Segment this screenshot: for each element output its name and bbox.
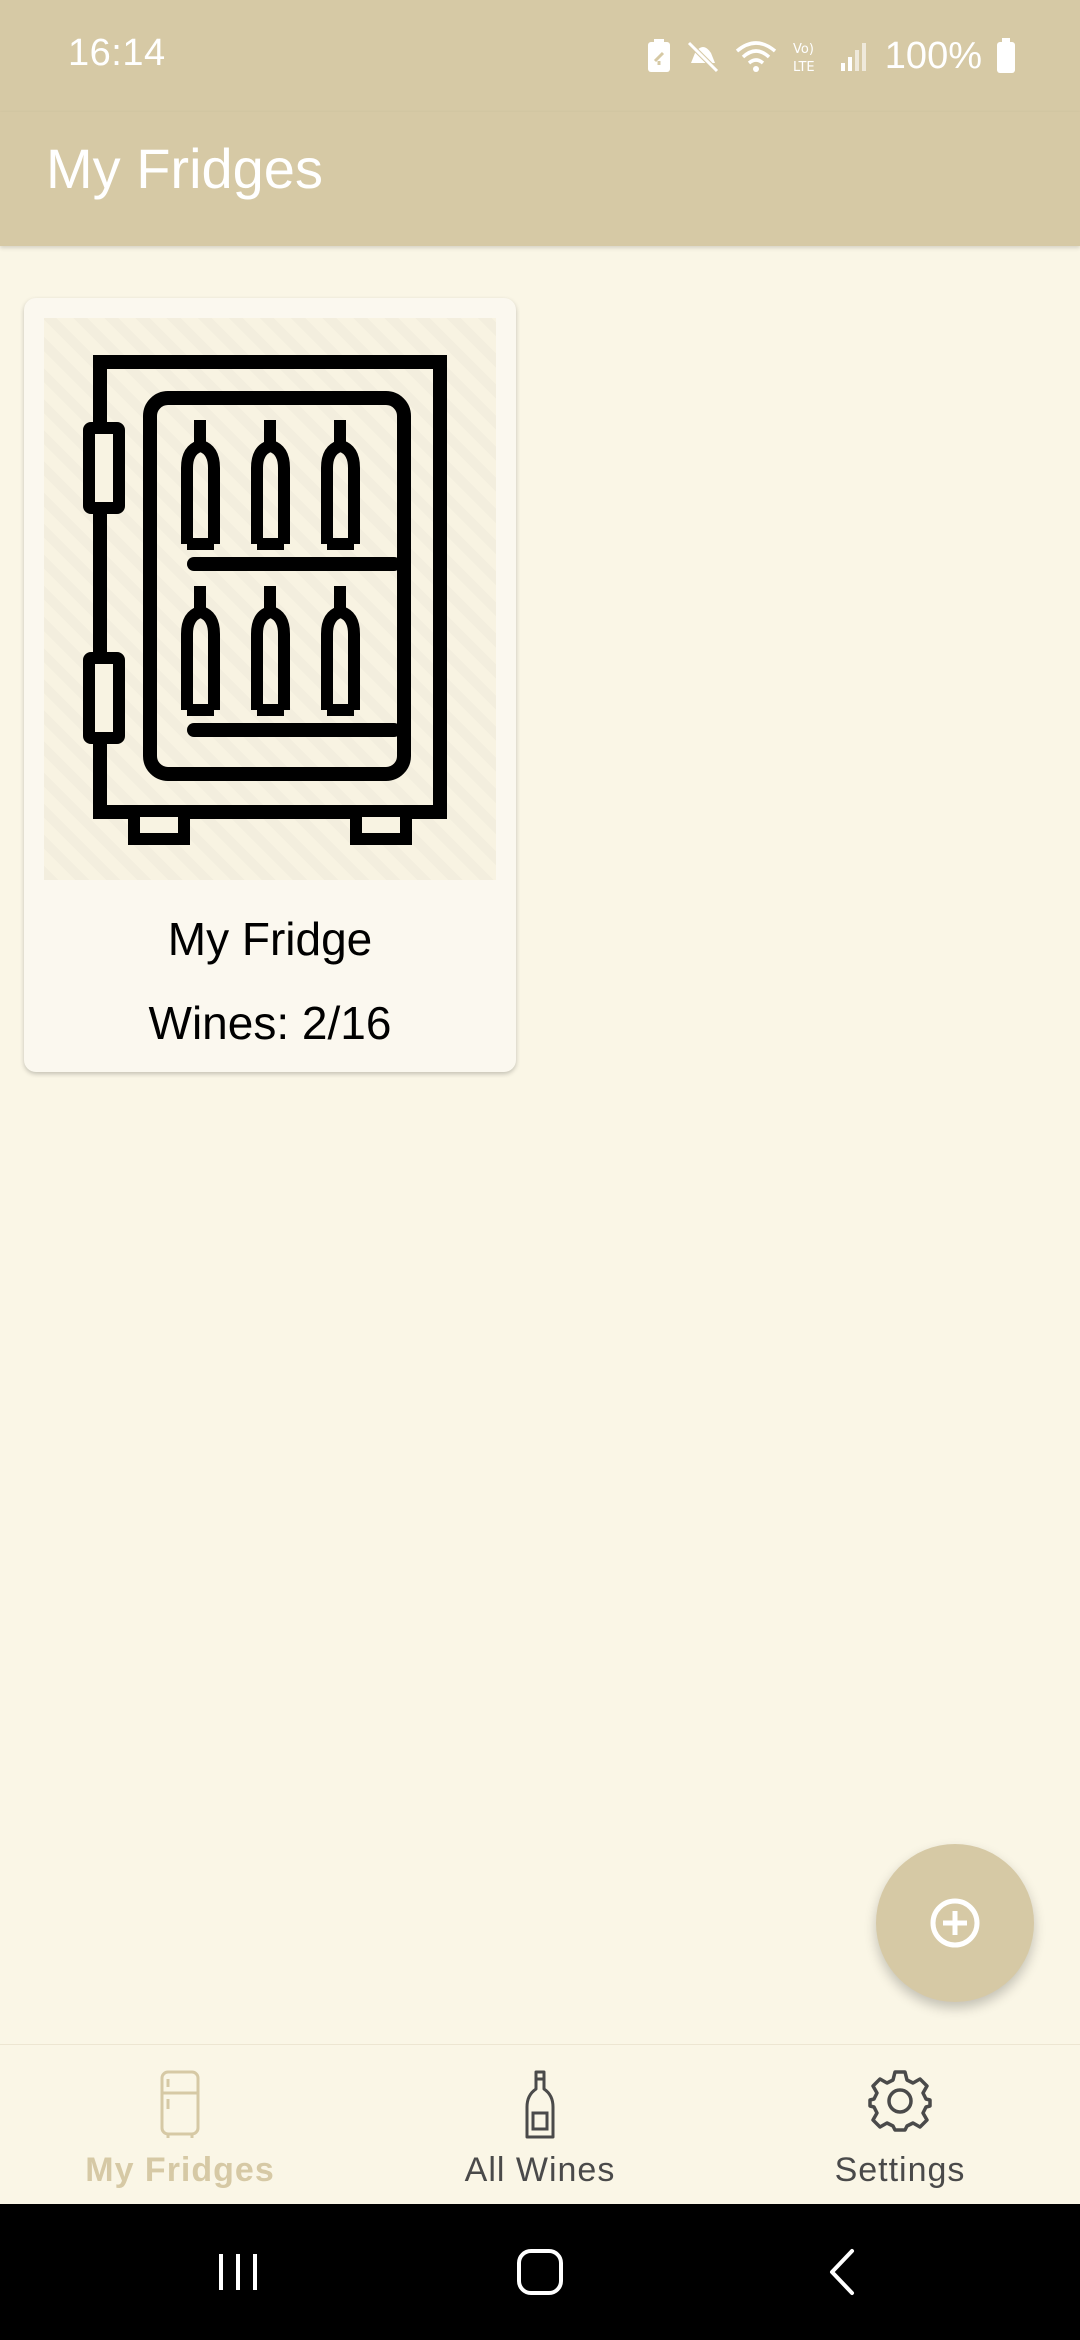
recents-button[interactable]	[178, 2240, 298, 2304]
signal-icon	[839, 39, 869, 73]
fridge-name: My Fridge	[167, 913, 373, 965]
battery-saver-icon	[647, 39, 671, 73]
fridge-card-image	[44, 318, 496, 880]
status-icons: Vo) LTE 100%	[647, 34, 1016, 78]
nav-label-settings: Settings	[834, 2151, 966, 2189]
app-bar: My Fridges	[0, 112, 1080, 246]
svg-text:LTE: LTE	[793, 60, 815, 74]
wine-bottle-icon	[525, 2070, 555, 2139]
svg-text:Vo): Vo)	[793, 42, 814, 57]
nav-label-my-fridges: My Fridges	[85, 2151, 275, 2189]
page-title: My Fridges	[46, 137, 323, 200]
fridge-icon	[160, 2070, 200, 2138]
home-button[interactable]	[480, 2240, 600, 2304]
back-button[interactable]	[782, 2240, 902, 2304]
bottom-nav: My Fridges All Wines Settings	[0, 2044, 1080, 2205]
fridge-grid: My Fridge Wines: 2/16	[0, 246, 1080, 2046]
add-fridge-button[interactable]	[876, 1844, 1034, 2002]
status-bar: 16:14 Vo) LTE 100%	[0, 0, 1080, 112]
status-time: 16:14	[68, 32, 166, 74]
recents-icon	[219, 2254, 257, 2290]
nav-item-all-wines[interactable]: All Wines	[360, 2045, 720, 2205]
mute-icon	[685, 39, 721, 73]
nav-label-all-wines: All Wines	[464, 2151, 616, 2189]
battery-percent: 100%	[884, 34, 982, 77]
wine-fridge-icon	[83, 355, 447, 845]
fridge-card[interactable]: My Fridge Wines: 2/16	[24, 298, 516, 1072]
nav-item-my-fridges[interactable]: My Fridges	[0, 2045, 360, 2205]
system-nav-bar	[0, 2204, 1080, 2340]
gear-icon	[868, 2070, 932, 2132]
battery-icon	[996, 38, 1016, 74]
fridge-wine-count: Wines: 2/16	[148, 997, 392, 1049]
add-circle-icon	[930, 1898, 980, 1948]
back-icon	[830, 2249, 854, 2295]
home-icon	[517, 2249, 563, 2295]
volte-icon: Vo) LTE	[791, 38, 825, 74]
wifi-icon	[735, 39, 777, 73]
nav-item-settings[interactable]: Settings	[720, 2045, 1080, 2205]
